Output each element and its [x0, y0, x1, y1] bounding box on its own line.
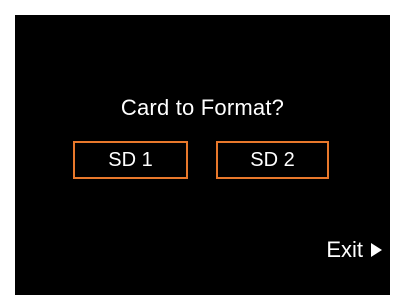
exit-label: Exit: [326, 237, 363, 262]
exit-button[interactable]: Exit: [326, 237, 382, 263]
sd2-button[interactable]: SD 2: [216, 141, 329, 179]
format-prompt: Card to Format?: [120, 95, 285, 120]
sd2-label: SD 2: [250, 148, 295, 171]
sd1-label: SD 1: [108, 148, 153, 171]
play-arrow-right-icon: [371, 243, 382, 257]
sd1-button[interactable]: SD 1: [73, 141, 188, 179]
format-card-screen: Card to Format? SD 1 SD 2 Exit: [15, 15, 390, 295]
